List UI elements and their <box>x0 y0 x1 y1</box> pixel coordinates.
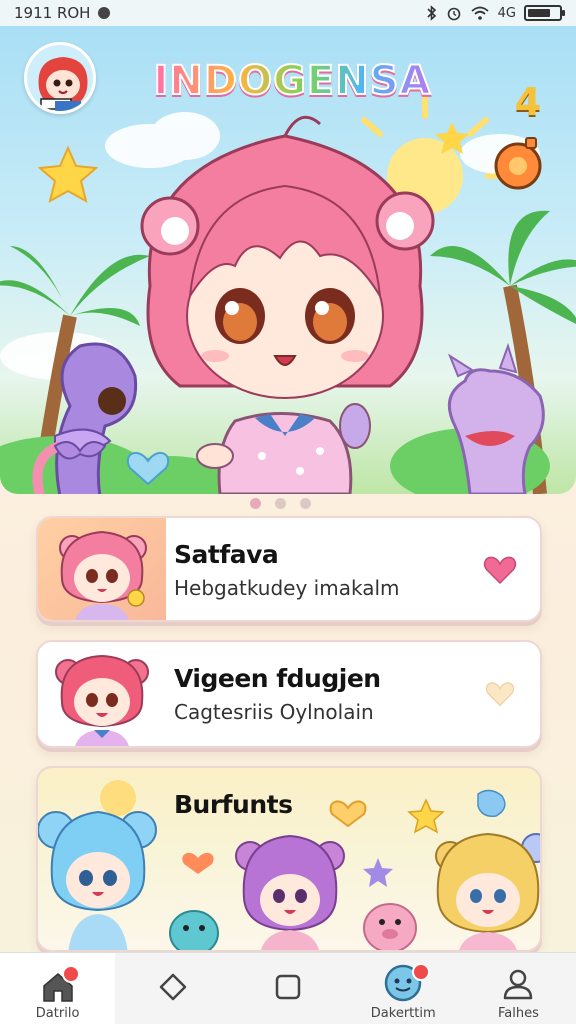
character-card[interactable]: Vigeen fdugjen Cagtesriis Oylnolain <box>36 640 542 748</box>
app-title: INDOGENSA <box>145 50 440 112</box>
status-time: 1911 ROH <box>14 4 91 22</box>
card-title: Burfunts <box>174 790 293 819</box>
bluetooth-icon <box>427 5 436 21</box>
card-subtitle: Cagtesriis Oylnolain <box>174 700 374 724</box>
app-title-text: INDOGENSA <box>153 57 432 105</box>
card-thumbnail <box>38 518 166 620</box>
favorite-button[interactable] <box>482 676 518 712</box>
profile-avatar[interactable] <box>24 42 96 114</box>
diamond-icon <box>159 973 187 1001</box>
pager-dot[interactable] <box>250 498 261 509</box>
alarm-icon <box>447 7 460 21</box>
nav-label: Dakerttim <box>370 1006 436 1021</box>
avatar-illustration <box>27 45 93 111</box>
hero-pager <box>250 498 311 509</box>
nav-label: Datrilo <box>35 1006 80 1021</box>
character-card[interactable]: Satfava Hebgatkudey imakalm <box>36 516 542 622</box>
nav-item-profile[interactable]: Falhes <box>461 953 576 1024</box>
heart-icon <box>483 556 517 585</box>
nav-item-explore[interactable] <box>115 953 230 1024</box>
card-title: Vigeen fdugjen <box>174 664 381 693</box>
character-thumbnail-illustration <box>55 654 149 746</box>
card-title: Satfava <box>174 540 279 569</box>
battery-icon <box>524 5 565 21</box>
group-card[interactable]: Burfunts <box>36 766 542 952</box>
wifi-icon <box>471 6 489 20</box>
corner-badge[interactable]: 4 <box>504 78 552 126</box>
nav-label: Falhes <box>497 1006 539 1021</box>
status-bar: 1911 ROH 4G <box>0 0 576 26</box>
favorite-button[interactable] <box>482 552 518 588</box>
card-thumbnail <box>38 642 166 746</box>
character-thumbnail-illustration <box>59 530 147 620</box>
notification-badge <box>62 965 80 983</box>
pager-dot[interactable] <box>275 498 286 509</box>
hero-banner[interactable]: INDOGENSA 4 <box>0 26 576 494</box>
pager-dot[interactable] <box>300 498 311 509</box>
notification-badge <box>411 963 430 981</box>
heart-icon <box>485 682 515 707</box>
notification-dot-icon <box>98 7 111 19</box>
square-icon <box>275 974 301 1000</box>
profile-icon <box>504 969 533 1000</box>
card-subtitle: Hebgatkudey imakalm <box>174 576 400 600</box>
nav-item-overview[interactable] <box>230 953 345 1024</box>
signal-text: 4G <box>497 5 516 21</box>
nav-item-discover[interactable]: Dakerttim <box>346 953 461 1024</box>
nav-item-home[interactable]: Datrilo <box>0 953 116 1024</box>
battery-level <box>528 9 550 17</box>
bottom-nav: Datrilo Dakerttim Falhes <box>0 952 576 1024</box>
